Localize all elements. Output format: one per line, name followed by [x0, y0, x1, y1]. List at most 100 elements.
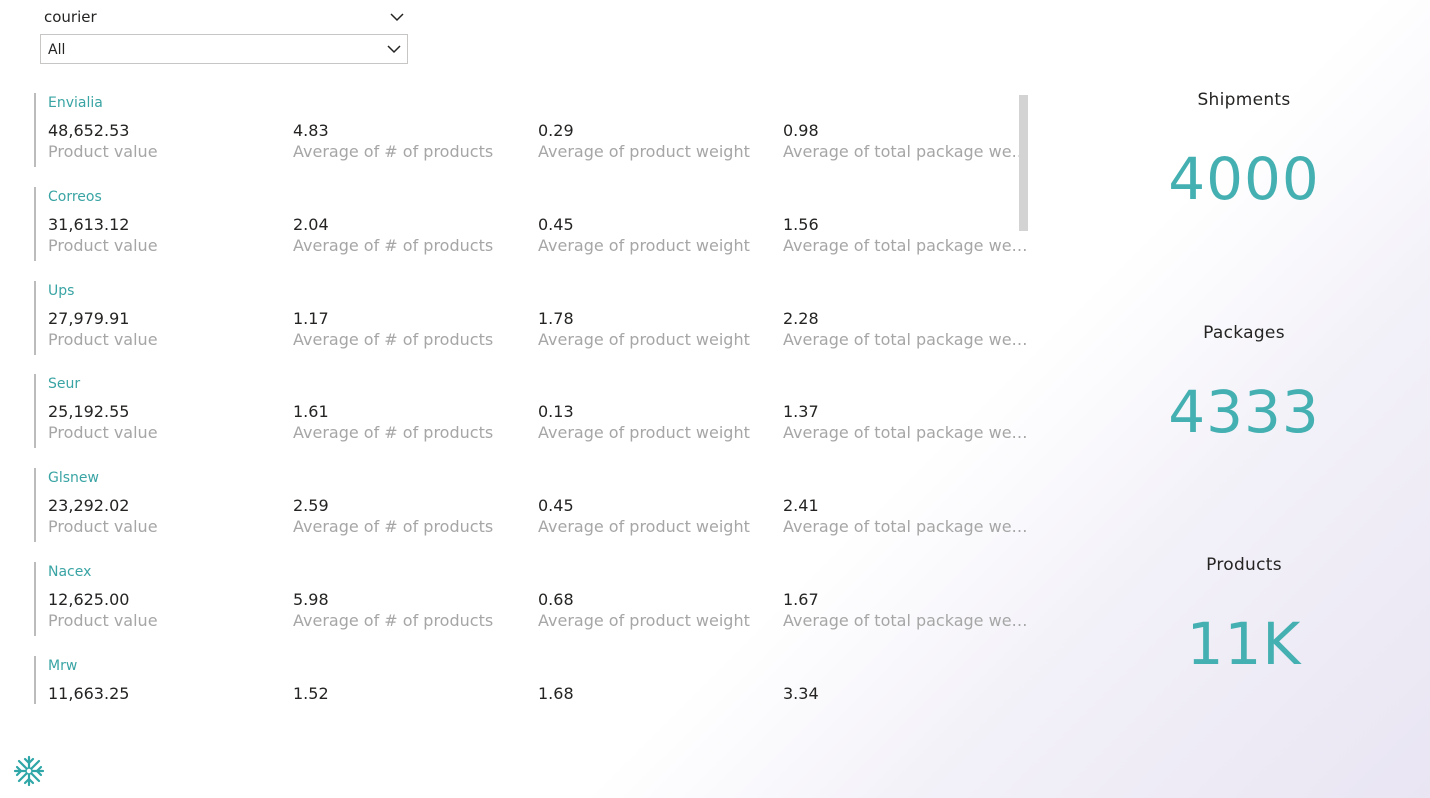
metric-value: 11,663.25	[48, 684, 130, 703]
metric-value: 1.56	[783, 215, 819, 234]
metric-label: Average of # of products	[293, 236, 494, 255]
metric-value: 48,652.53	[48, 121, 130, 140]
metric-label: Average of total package wei...	[783, 330, 1028, 349]
metric-value: 2.04	[293, 215, 329, 234]
metric-label: Average of product weight	[538, 611, 750, 630]
courier-slicer-header[interactable]: courier	[40, 4, 408, 30]
multi-row-card: Envialia 48,652.53 Product value 4.83 Av…	[34, 93, 1034, 713]
metric-product-value: 23,292.02 Product value	[48, 496, 288, 538]
metric-avg-products: 4.83 Average of # of products	[293, 121, 533, 163]
metric-avg-product-weight: 0.68 Average of product weight	[538, 590, 778, 632]
metric-value: 1.78	[538, 309, 574, 328]
card-list-scrollbar[interactable]	[1019, 95, 1028, 231]
metric-label: Product value	[48, 423, 158, 442]
metric-label: Average of total package wei...	[783, 517, 1028, 536]
card-row: Glsnew 23,292.02 Product value 2.59 Aver…	[34, 468, 1034, 542]
card-row: Ups 27,979.91 Product value 1.17 Average…	[34, 281, 1034, 355]
metric-avg-products: 1.52	[293, 684, 533, 704]
metric-value: 31,613.12	[48, 215, 130, 234]
metric-value: 23,292.02	[48, 496, 130, 515]
metric-avg-package-weight: 1.67 Average of total package wei...	[783, 590, 1028, 632]
metric-product-value: 31,613.12 Product value	[48, 215, 288, 257]
slicer-title: courier	[44, 8, 97, 26]
snowflake-logo-icon	[13, 755, 45, 787]
kpi-title: Packages	[1203, 323, 1285, 343]
metric-label: Average of total package wei...	[783, 142, 1028, 161]
card-row: Nacex 12,625.00 Product value 5.98 Avera…	[34, 562, 1034, 636]
metric-label: Average of product weight	[538, 423, 750, 442]
card-title: Ups	[48, 283, 75, 299]
metric-label: Product value	[48, 142, 158, 161]
metric-avg-package-weight: 2.28 Average of total package wei...	[783, 309, 1028, 351]
metric-value: 0.13	[538, 402, 574, 421]
metric-label: Average of product weight	[538, 236, 750, 255]
metric-value: 25,192.55	[48, 402, 130, 421]
card-row: Envialia 48,652.53 Product value 4.83 Av…	[34, 93, 1034, 167]
metric-value: 1.37	[783, 402, 819, 421]
metric-label: Average of product weight	[538, 330, 750, 349]
metric-label: Product value	[48, 330, 158, 349]
metric-label: Average of # of products	[293, 330, 494, 349]
metric-product-value: 25,192.55 Product value	[48, 402, 288, 444]
metric-avg-products: 1.61 Average of # of products	[293, 402, 533, 444]
metric-product-value: 12,625.00 Product value	[48, 590, 288, 632]
card-row: Correos 31,613.12 Product value 2.04 Ave…	[34, 187, 1034, 261]
metric-label: Average of # of products	[293, 517, 494, 536]
metric-value: 1.17	[293, 309, 329, 328]
metric-value: 2.28	[783, 309, 819, 328]
metric-label: Average of total package wei...	[783, 236, 1028, 255]
metric-product-value: 11,663.25	[48, 684, 288, 704]
metric-avg-product-weight: 0.29 Average of product weight	[538, 121, 778, 163]
card-title: Glsnew	[48, 470, 99, 486]
metric-product-value: 48,652.53 Product value	[48, 121, 288, 163]
kpi-title: Products	[1206, 555, 1282, 575]
metric-avg-package-weight: 2.41 Average of total package wei...	[783, 496, 1028, 538]
metric-avg-products: 2.04 Average of # of products	[293, 215, 533, 257]
chevron-down-icon[interactable]	[390, 12, 404, 22]
metric-label: Average of total package wei...	[783, 611, 1028, 630]
metric-value: 27,979.91	[48, 309, 130, 328]
metric-product-value: 27,979.91 Product value	[48, 309, 288, 351]
metric-label: Average of total package wei...	[783, 423, 1028, 442]
metric-avg-package-weight: 1.56 Average of total package wei...	[783, 215, 1028, 257]
card-title: Seur	[48, 376, 81, 392]
metric-label: Average of product weight	[538, 517, 750, 536]
metric-value: 1.52	[293, 684, 329, 703]
metric-avg-package-weight: 3.34	[783, 684, 1023, 704]
card-title: Nacex	[48, 564, 92, 580]
card-row: Seur 25,192.55 Product value 1.61 Averag…	[34, 374, 1034, 448]
kpi-shipments: Shipments 4000	[1100, 90, 1388, 214]
metric-avg-product-weight: 0.13 Average of product weight	[538, 402, 778, 444]
metric-avg-products: 5.98 Average of # of products	[293, 590, 533, 632]
metric-label: Average of product weight	[538, 142, 750, 161]
card-title: Correos	[48, 189, 102, 205]
courier-dropdown[interactable]: All	[40, 34, 408, 64]
kpi-value: 4000	[1168, 145, 1320, 213]
card-row: Mrw 11,663.25 1.52 1.68 3.34	[34, 656, 1034, 704]
metric-avg-products: 2.59 Average of # of products	[293, 496, 533, 538]
metric-label: Product value	[48, 517, 158, 536]
card-title: Envialia	[48, 95, 103, 111]
metric-value: 1.68	[538, 684, 574, 703]
metric-value: 1.67	[783, 590, 819, 609]
metric-value: 2.41	[783, 496, 819, 515]
metric-value: 1.61	[293, 402, 329, 421]
kpi-title: Shipments	[1197, 90, 1291, 110]
metric-value: 12,625.00	[48, 590, 130, 609]
metric-label: Product value	[48, 611, 158, 630]
metric-avg-product-weight: 0.45 Average of product weight	[538, 496, 778, 538]
metric-label: Average of # of products	[293, 423, 494, 442]
metric-label: Average of # of products	[293, 611, 494, 630]
metric-avg-product-weight: 1.78 Average of product weight	[538, 309, 778, 351]
metric-avg-package-weight: 0.98 Average of total package wei...	[783, 121, 1028, 163]
metric-label: Product value	[48, 236, 158, 255]
metric-avg-products: 1.17 Average of # of products	[293, 309, 533, 351]
chevron-down-icon[interactable]	[387, 44, 401, 54]
metric-avg-product-weight: 0.45 Average of product weight	[538, 215, 778, 257]
kpi-packages: Packages 4333	[1100, 323, 1388, 447]
metric-value: 0.45	[538, 496, 574, 515]
metric-value: 4.83	[293, 121, 329, 140]
metric-value: 3.34	[783, 684, 819, 703]
metric-label: Average of # of products	[293, 142, 494, 161]
kpi-value: 4333	[1168, 378, 1320, 446]
